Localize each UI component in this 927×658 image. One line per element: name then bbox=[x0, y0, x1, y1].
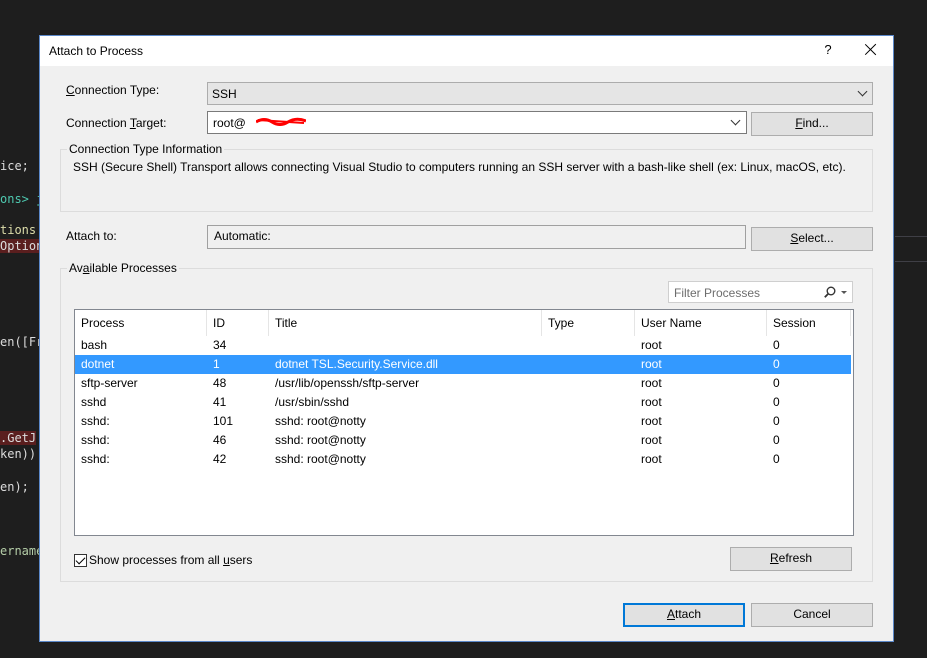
process-session-cell: 0 bbox=[773, 414, 780, 428]
process-session-cell: 0 bbox=[773, 376, 780, 390]
process-id-cell: 48 bbox=[213, 376, 227, 390]
filter-dropdown-icon[interactable] bbox=[841, 291, 847, 294]
process-name-cell: bash bbox=[81, 338, 108, 352]
table-row[interactable]: sshd: 42 sshd: root@notty root 0 bbox=[75, 450, 851, 469]
connection-info-caption: Connection Type Information bbox=[67, 142, 225, 156]
process-title-cell: /usr/sbin/sshd bbox=[275, 395, 350, 409]
process-name-cell: sshd: bbox=[81, 414, 110, 428]
attach-to-process-dialog: Attach to Process ? Connection Type: SSH… bbox=[39, 35, 894, 642]
connection-type-value: SSH bbox=[212, 87, 237, 101]
process-session-cell: 0 bbox=[773, 338, 780, 352]
checkmark-icon bbox=[75, 554, 86, 565]
process-user-cell: root bbox=[641, 452, 662, 466]
column-header-id[interactable]: ID bbox=[207, 310, 269, 336]
table-row[interactable]: sftp-server 48/usr/lib/openssh/sftp-serve… bbox=[75, 374, 851, 393]
process-user-cell: root bbox=[641, 338, 662, 352]
show-all-users-label[interactable]: Show processes from all users bbox=[89, 553, 252, 567]
available-processes-caption: Available Processes bbox=[67, 261, 179, 275]
filter-placeholder: Filter Processes bbox=[674, 286, 761, 300]
process-user-cell: root bbox=[641, 376, 662, 390]
process-title-cell: sshd: root@notty bbox=[275, 414, 366, 428]
connection-target-value: root@ bbox=[213, 116, 246, 130]
process-session-cell: 0 bbox=[773, 357, 780, 371]
search-icon[interactable] bbox=[824, 286, 836, 298]
table-row[interactable]: dotnet 1 dotnet TSL.Security.Service.dll ro… bbox=[75, 355, 851, 374]
connection-target-label: Connection Target: bbox=[66, 116, 167, 130]
connection-type-label: Connection Type: bbox=[66, 83, 160, 97]
attach-button[interactable]: Attach bbox=[623, 603, 745, 627]
process-user-cell: root bbox=[641, 433, 662, 447]
show-all-users-checkbox[interactable] bbox=[74, 554, 87, 567]
background-code-editor: ice; ons> j tions Option en([Fr .GetJ ke… bbox=[0, 0, 40, 658]
column-header-process[interactable]: Process bbox=[75, 310, 207, 336]
code-line: en); bbox=[0, 480, 29, 494]
process-name-cell: sftp-server bbox=[81, 376, 138, 390]
table-row[interactable]: bash 34 root 0 bbox=[75, 336, 851, 355]
code-line: en([Fr bbox=[0, 335, 40, 349]
redaction-scribble bbox=[256, 117, 306, 126]
chevron-down-icon bbox=[730, 115, 741, 126]
select-button[interactable]: Select... bbox=[751, 227, 873, 251]
process-id-cell: 101 bbox=[213, 414, 234, 428]
process-name-cell: sshd: bbox=[81, 433, 110, 447]
find-button[interactable]: Find... bbox=[751, 112, 873, 136]
code-line: .GetJ bbox=[0, 431, 37, 445]
code-line: ername bbox=[0, 544, 40, 558]
process-id-cell: 42 bbox=[213, 452, 227, 466]
code-line: ken)) bbox=[0, 447, 37, 461]
process-name-cell: sshd bbox=[81, 395, 107, 409]
process-title-cell: sshd: root@notty bbox=[275, 433, 366, 447]
column-header-user-name[interactable]: User Name bbox=[635, 310, 767, 336]
process-list-header: Process ID Title Type User Name Session bbox=[75, 310, 853, 336]
code-line: ice; bbox=[0, 159, 29, 173]
process-name-cell: sshd: bbox=[81, 452, 110, 466]
process-user-cell: root bbox=[641, 414, 662, 428]
column-header-session[interactable]: Session bbox=[767, 310, 851, 336]
process-session-cell: 0 bbox=[773, 433, 780, 447]
process-list[interactable]: Process ID Title Type User Name Session … bbox=[74, 309, 854, 536]
process-session-cell: 0 bbox=[773, 395, 780, 409]
table-row[interactable]: sshd: 101 sshd: root@notty root 0 bbox=[75, 412, 851, 431]
chevron-down-icon bbox=[857, 86, 868, 97]
close-icon[interactable] bbox=[860, 39, 882, 61]
background-editor-line bbox=[895, 236, 927, 262]
table-row[interactable]: sshd 41/usr/sbin/sshd root 0 bbox=[75, 393, 851, 412]
title-bar: Attach to Process ? bbox=[40, 36, 893, 66]
attach-to-value: Automatic: bbox=[214, 229, 271, 243]
code-line: tions bbox=[0, 223, 37, 237]
process-id-cell: 34 bbox=[213, 338, 227, 352]
process-title-cell: sshd: root@notty bbox=[275, 452, 366, 466]
process-user-cell: root bbox=[641, 357, 662, 371]
process-id-cell: 1 bbox=[213, 357, 220, 371]
dialog-title: Attach to Process bbox=[49, 44, 144, 58]
process-title-cell: /usr/lib/openssh/sftp-server bbox=[275, 376, 420, 390]
column-header-title[interactable]: Title bbox=[269, 310, 542, 336]
connection-info-text: SSH (Secure Shell) Transport allows conn… bbox=[73, 160, 846, 174]
process-user-cell: root bbox=[641, 395, 662, 409]
process-session-cell: 0 bbox=[773, 452, 780, 466]
refresh-button[interactable]: Refresh bbox=[730, 547, 852, 571]
cancel-button[interactable]: Cancel bbox=[751, 603, 873, 627]
connection-type-select[interactable]: SSH bbox=[207, 82, 873, 105]
column-header-type[interactable]: Type bbox=[542, 310, 635, 336]
help-button[interactable]: ? bbox=[818, 42, 838, 57]
code-line: ons> j bbox=[0, 192, 40, 206]
process-title-cell: dotnet TSL.Security.Service.dll bbox=[275, 357, 438, 371]
filter-processes-input[interactable]: Filter Processes bbox=[668, 281, 853, 303]
attach-to-field: Automatic: bbox=[207, 225, 746, 249]
code-line: Option bbox=[0, 239, 40, 253]
attach-to-label: Attach to: bbox=[66, 229, 117, 243]
process-id-cell: 46 bbox=[213, 433, 227, 447]
connection-info-group bbox=[60, 149, 873, 212]
connection-target-input[interactable]: root@ bbox=[207, 111, 747, 134]
process-name-cell: dotnet bbox=[81, 357, 115, 371]
process-id-cell: 41 bbox=[213, 395, 227, 409]
table-row[interactable]: sshd: 46 sshd: root@notty root 0 bbox=[75, 431, 851, 450]
